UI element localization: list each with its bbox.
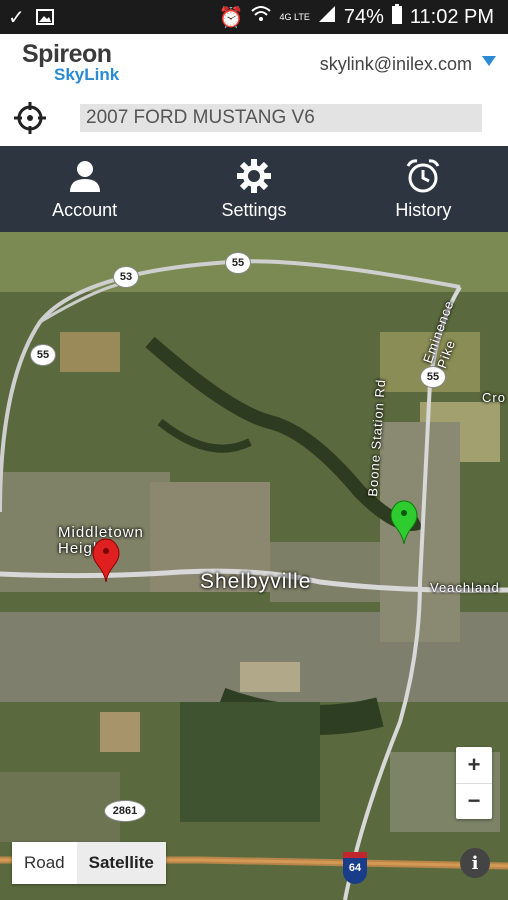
battery-icon — [391, 4, 402, 30]
nav-history[interactable]: History — [339, 146, 508, 232]
green-location-pin[interactable] — [389, 500, 419, 545]
nav-settings-label: Settings — [221, 199, 287, 220]
check-icon: ✓ — [8, 6, 25, 29]
info-icon[interactable]: i — [460, 848, 490, 878]
map-label-veachland: Veachland — [430, 580, 500, 595]
status-bar: ✓ ⏰ 4G LTE 74% 11:02 PM — [0, 0, 508, 34]
interstate-number: 64 — [348, 862, 362, 874]
route-2861-badge: 2861 — [104, 800, 146, 822]
person-icon — [69, 160, 100, 192]
map-type-satellite-button[interactable]: Satellite — [76, 842, 166, 884]
route-55-badge: 55 — [30, 344, 56, 366]
spireon-skylink-logo: Spireon SkyLink — [22, 40, 142, 88]
route-55-badge: 55 — [225, 252, 251, 274]
alarm-icon: ⏰ — [218, 6, 244, 29]
product-name: SkyLink — [54, 65, 120, 84]
interstate-64-shield-icon: 64 — [343, 852, 367, 884]
map-type-road-button[interactable]: Road — [12, 842, 77, 884]
vehicle-selector[interactable]: 2007 FORD MUSTANG V6 — [80, 104, 482, 132]
locate-crosshair-icon[interactable] — [12, 100, 48, 136]
account-email[interactable]: skylink@inilex.com — [320, 54, 472, 75]
zoom-out-button[interactable]: − — [456, 784, 492, 820]
image-icon — [35, 7, 55, 27]
zoom-in-button[interactable]: + — [456, 747, 492, 784]
map-type-toggle: Road Satellite — [12, 842, 166, 884]
nav-settings[interactable]: Settings — [169, 146, 338, 232]
signal-icon — [318, 5, 336, 29]
map-label-cro: Cro — [482, 390, 506, 405]
network-type: 4G LTE — [279, 12, 310, 22]
app-header: Spireon SkyLink skylink@inilex.com 2007 … — [0, 34, 508, 146]
map-label-shelbyville: Shelbyville — [200, 570, 312, 593]
alarm-clock-icon — [406, 158, 440, 192]
red-location-pin[interactable] — [91, 538, 121, 583]
nav-account-label: Account — [52, 199, 118, 220]
nav-history-label: History — [395, 199, 452, 220]
account-dropdown-caret-icon[interactable] — [482, 56, 496, 66]
clock-time: 11:02 PM — [409, 5, 494, 28]
zoom-control: + − — [456, 747, 492, 819]
battery-percent: 74% — [343, 5, 384, 28]
wifi-icon — [251, 5, 272, 29]
gear-icon — [236, 158, 271, 193]
nav-account[interactable]: Account — [0, 146, 169, 232]
main-nav: Account Settings History — [0, 146, 508, 232]
route-55-badge: 55 — [420, 366, 446, 388]
route-53-badge: 53 — [113, 266, 139, 288]
satellite-map[interactable]: 53 55 55 55 2861 64 Shelbyville Middleto… — [0, 232, 508, 900]
